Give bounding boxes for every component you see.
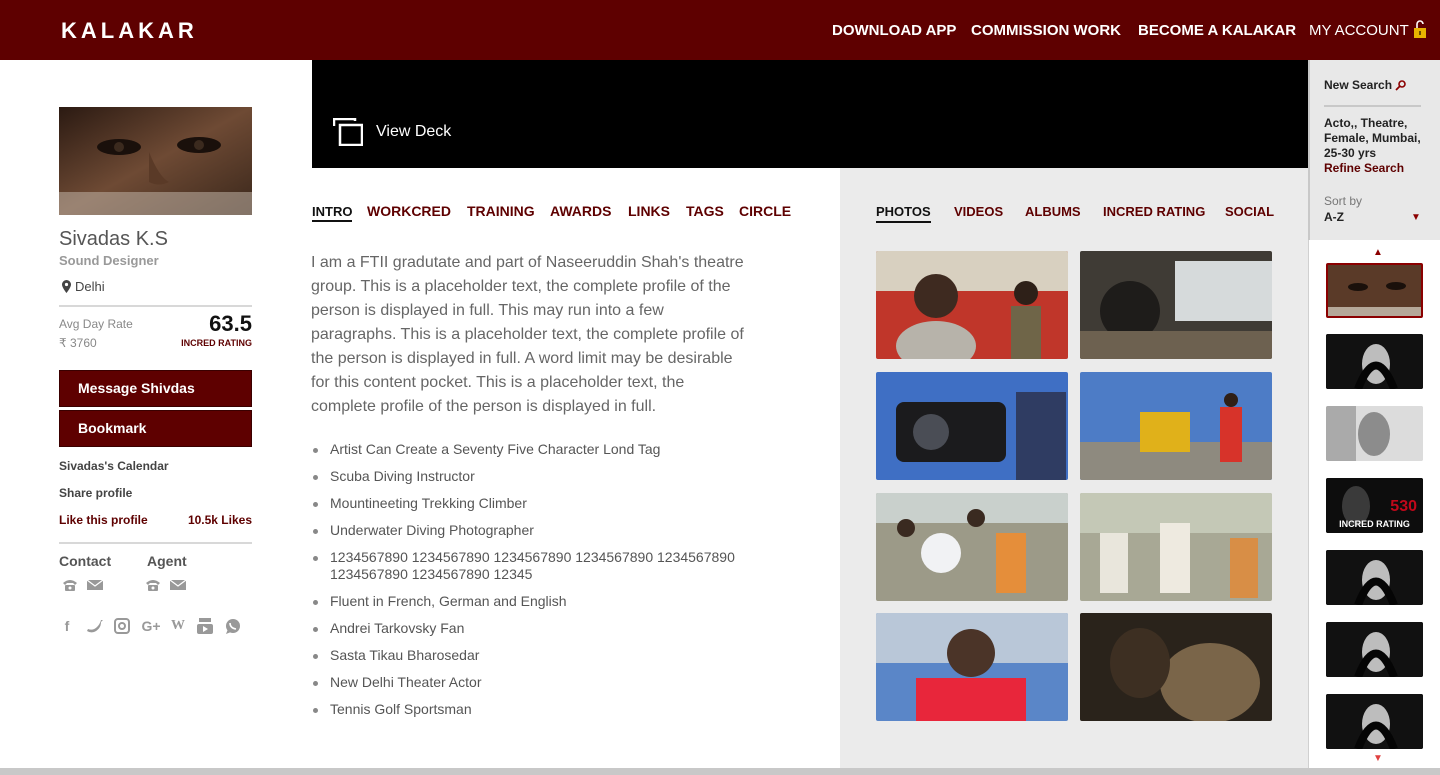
refine-search-link[interactable]: Refine Search (1324, 161, 1404, 175)
contact-phone-icon[interactable] (61, 578, 79, 592)
agent-label: Agent (147, 553, 187, 569)
result-thumbnail[interactable] (1326, 406, 1423, 461)
list-item: Mountineeting Trekking Climber (313, 495, 753, 512)
contact-label: Contact (59, 553, 112, 569)
search-icon (1395, 80, 1407, 91)
list-item: Sasta Tikau Bharosedar (313, 647, 753, 664)
scroll-up-icon[interactable]: ▲ (1373, 247, 1383, 258)
list-item: Tennis Golf Sportsman (313, 701, 753, 718)
intro-text: I am a FTII gradutate and part of Naseer… (311, 254, 744, 415)
lock-icon[interactable] (1413, 19, 1427, 39)
avg-day-rate-value: ₹ 3760 (59, 336, 97, 350)
kalakar-logo[interactable]: KALAKAR (61, 18, 198, 44)
tab-photos[interactable]: PHOTOS (876, 204, 931, 223)
photo-thumbnail[interactable] (1080, 251, 1272, 359)
tab-awards[interactable]: AWARDS (550, 203, 611, 219)
photo-thumbnail[interactable] (1080, 493, 1272, 601)
tab-videos[interactable]: VIDEOS (954, 204, 1003, 219)
scroll-down-icon[interactable]: ▼ (1373, 753, 1383, 764)
google-plus-icon[interactable]: G+ (140, 617, 162, 635)
facebook-icon[interactable]: f (58, 617, 76, 635)
location-pin-icon (62, 280, 71, 293)
nav-download-app[interactable]: DOWNLOAD APP (832, 22, 956, 39)
list-item: Scuba Diving Instructor (313, 468, 753, 485)
list-item: Artist Can Create a Seventy Five Charact… (313, 441, 753, 458)
tab-links[interactable]: LINKS (628, 203, 670, 219)
instagram-icon[interactable] (113, 617, 131, 635)
profile-role: Sound Designer (59, 253, 159, 268)
view-deck-link[interactable]: View Deck (376, 123, 451, 141)
avg-day-rate-label: Avg Day Rate (59, 317, 133, 331)
tab-incred-rating[interactable]: INCRED RATING (1103, 204, 1205, 219)
result-thumbnail-rating[interactable]: 530 INCRED RATING (1326, 478, 1423, 533)
whatsapp-icon[interactable] (224, 617, 242, 635)
youtube-icon[interactable] (196, 617, 214, 635)
result-thumbnail-selected[interactable] (1326, 263, 1423, 318)
photo-thumbnail[interactable] (1080, 613, 1272, 721)
thumb-rating-label: INCRED RATING (1339, 519, 1410, 529)
new-search-label: New Search (1324, 78, 1393, 92)
calendar-link[interactable]: Sivadas's Calendar (59, 459, 169, 473)
bookmark-button[interactable]: Bookmark (59, 410, 252, 447)
profile-photo (59, 107, 252, 215)
result-thumbnail[interactable] (1326, 622, 1423, 677)
page-footer-strip (0, 768, 1440, 775)
list-item: Underwater Diving Photographer (313, 522, 753, 539)
wikipedia-icon[interactable]: W (169, 617, 187, 635)
chevron-down-icon[interactable]: ▼ (1411, 212, 1421, 223)
list-item: 1234567890 1234567890 1234567890 1234567… (313, 549, 753, 583)
divider (1324, 105, 1421, 107)
tab-intro[interactable]: INTRO (312, 204, 353, 222)
message-button[interactable]: Message Shivdas (59, 370, 252, 407)
list-item: Fluent in French, German and English (313, 593, 753, 610)
likes-count: 10.5k Likes (187, 513, 252, 527)
list-item: Andrei Tarkovsky Fan (313, 620, 753, 637)
view-deck-icon[interactable] (333, 118, 363, 146)
photo-thumbnail[interactable] (876, 251, 1068, 359)
result-thumbnail[interactable] (1326, 550, 1423, 605)
incred-rating-label: INCRED RATING (181, 338, 252, 348)
tab-albums[interactable]: ALBUMS (1025, 204, 1081, 219)
profile-name: Sivadas K.S (59, 228, 168, 250)
tab-workcred[interactable]: WORKCRED (367, 203, 451, 219)
agent-email-icon[interactable] (169, 578, 187, 592)
result-thumbnail[interactable] (1326, 694, 1423, 749)
photo-thumbnail[interactable] (876, 493, 1068, 601)
incred-rating-value: 63.5 (209, 311, 252, 336)
list-item: New Delhi Theater Actor (313, 674, 753, 691)
photo-thumbnail[interactable] (1080, 372, 1272, 480)
agent-phone-icon[interactable] (144, 578, 162, 592)
tab-circle[interactable]: CIRCLE (739, 203, 791, 219)
nav-commission-work[interactable]: COMMISSION WORK (971, 22, 1121, 39)
result-thumbnail[interactable] (1326, 334, 1423, 389)
new-search-link[interactable]: New Search (1324, 78, 1407, 92)
sort-by-label: Sort by (1324, 194, 1363, 208)
location-text: Delhi (75, 279, 105, 294)
nav-become-kalakar[interactable]: BECOME A KALAKAR (1138, 22, 1296, 39)
contact-email-icon[interactable] (86, 578, 104, 592)
photo-thumbnail[interactable] (876, 372, 1068, 480)
search-criteria: Acto,, Theatre, Female, Mumbai, 25-30 yr… (1324, 116, 1421, 160)
intro-tag-list: Artist Can Create a Seventy Five Charact… (313, 441, 753, 728)
thumb-rating-value: 530 (1390, 498, 1417, 515)
photo-thumbnail[interactable] (876, 613, 1068, 721)
sort-by-select[interactable]: A-Z (1324, 210, 1344, 224)
tab-social[interactable]: SOCIAL (1225, 204, 1274, 219)
share-profile-link[interactable]: Share profile (59, 486, 132, 500)
tab-tags[interactable]: TAGS (686, 203, 724, 219)
twitter-icon[interactable] (86, 617, 104, 635)
nav-my-account[interactable]: MY ACCOUNT (1309, 22, 1409, 39)
divider (59, 542, 252, 544)
profile-location: Delhi (62, 279, 105, 294)
deck-banner (312, 60, 1308, 168)
like-profile-link[interactable]: Like this profile (59, 513, 148, 527)
divider (59, 305, 252, 307)
tab-training[interactable]: TRAINING (467, 203, 535, 219)
